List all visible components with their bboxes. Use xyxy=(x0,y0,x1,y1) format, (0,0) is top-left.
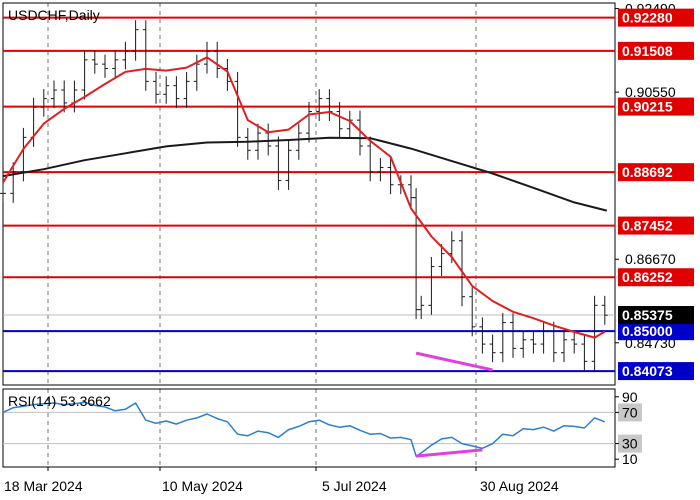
x-tick-label: 10 May 2024 xyxy=(162,478,243,494)
x-tick-label: 30 Aug 2024 xyxy=(480,478,559,494)
level-tag-label: 0.88692 xyxy=(622,164,673,180)
rsi-tick-label: 10 xyxy=(622,451,638,467)
rsi-title: RSI(14) 53.3662 xyxy=(8,393,111,409)
rsi-tick-label: 90 xyxy=(622,389,638,405)
rsi-axis-ticks: 9070 3010 xyxy=(615,389,642,467)
rsi-tick-label: 70 xyxy=(622,404,638,420)
level-tag-label: 0.86252 xyxy=(622,269,673,285)
rsi-panel: 9070 3010 RSI(14) 53.3662 xyxy=(2,388,642,468)
level-tag-label: 0.91508 xyxy=(622,43,673,59)
level-tag-label: 0.84073 xyxy=(622,363,673,379)
y-tick-label: 0.86670 xyxy=(625,251,676,267)
current-price-label: 0.85375 xyxy=(622,307,673,323)
forex-chart: 0.924900.905500.866700.84730 0.922800.91… xyxy=(0,1,694,494)
x-tick-label: 18 Mar 2024 xyxy=(4,478,83,494)
main-panel: 0.924900.905500.866700.84730 0.922800.91… xyxy=(0,1,694,386)
level-tag-label: 0.92280 xyxy=(622,10,673,26)
x-tick-label: 5 Jul 2024 xyxy=(322,478,387,494)
level-tag-label: 0.85000 xyxy=(622,323,673,339)
date-axis: 18 Mar 2024 10 May 2024 5 Jul 2024 30 Aug 2… xyxy=(4,467,559,494)
chart-title: USDCHF,Daily xyxy=(8,7,100,23)
level-tag-label: 0.87452 xyxy=(622,218,673,234)
level-tag-label: 0.90215 xyxy=(622,99,673,115)
rsi-tick-label: 30 xyxy=(622,436,638,452)
price-level-tags: 0.92280 0.91508 0.90215 0.88692 0.87452 0.862… xyxy=(618,8,694,381)
